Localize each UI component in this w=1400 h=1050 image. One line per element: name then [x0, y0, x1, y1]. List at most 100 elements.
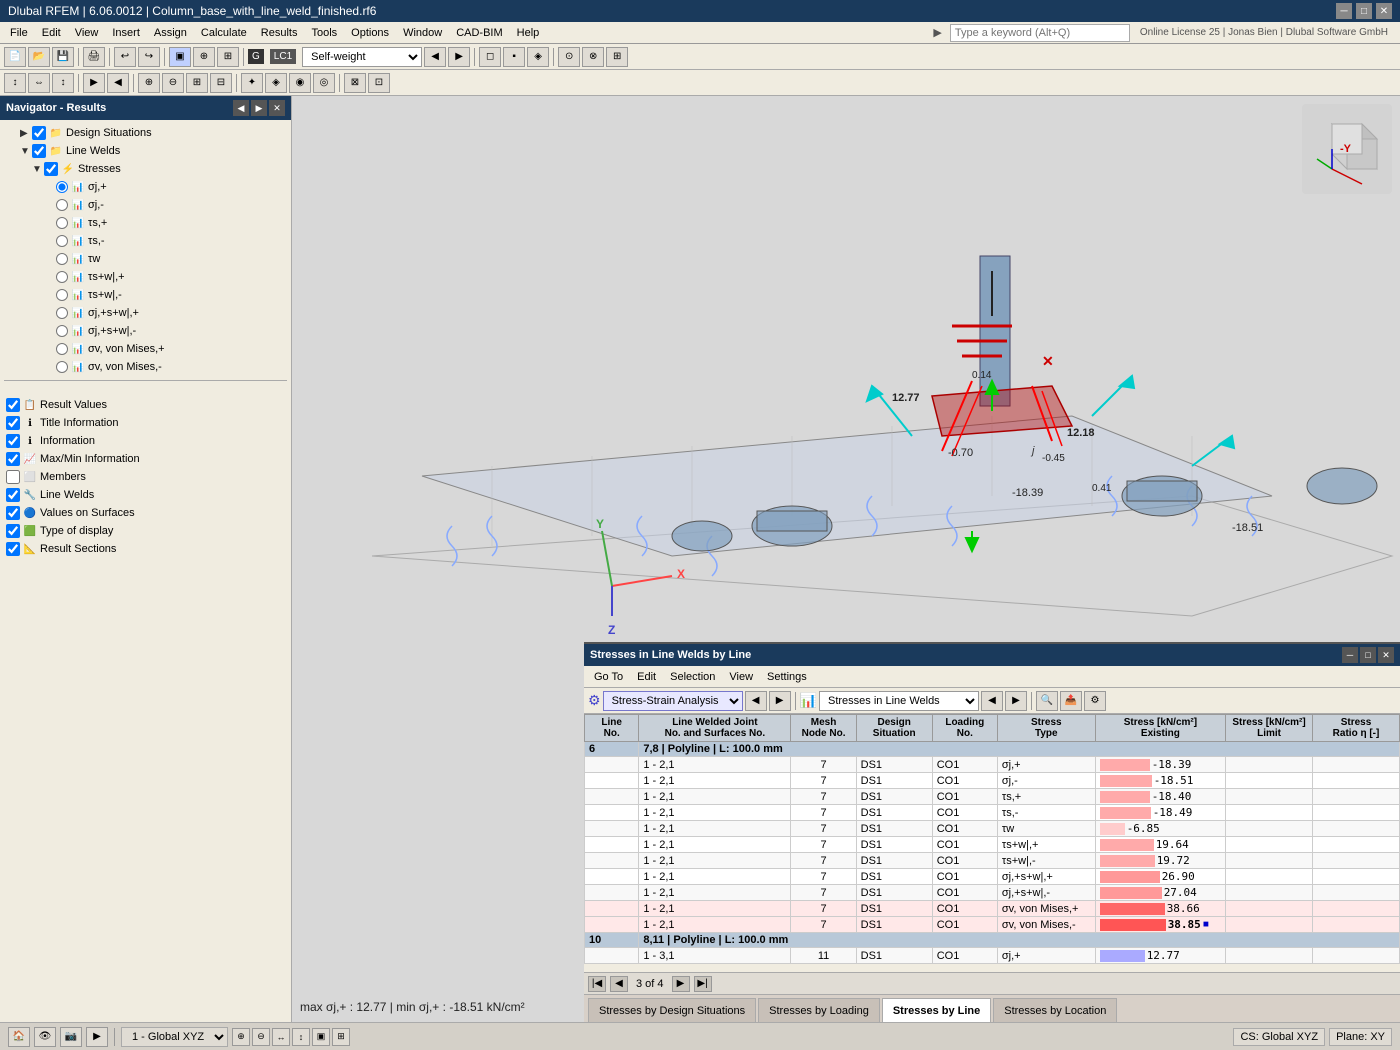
tb2-btn10[interactable]: ✦ — [241, 73, 263, 93]
results-table-container[interactable]: LineNo. Line Welded JointNo. and Surface… — [584, 714, 1400, 972]
undo-button[interactable]: ↩ — [114, 47, 136, 67]
tree-item-vonmises-minus[interactable]: 📊 σv, von Mises,- — [4, 358, 287, 376]
save-button[interactable]: 💾 — [52, 47, 74, 67]
tree-item-vonmises-plus[interactable]: 📊 σv, von Mises,+ — [4, 340, 287, 358]
rp-prev-button[interactable]: ◀ — [745, 691, 767, 711]
view-btn-1[interactable]: ⊙ — [558, 47, 580, 67]
status-tb6[interactable]: ⊞ — [332, 1028, 350, 1046]
check-title-info[interactable] — [6, 416, 20, 430]
check-stresses[interactable] — [44, 162, 58, 176]
rp-settings-button[interactable]: ⚙ — [1084, 691, 1106, 711]
tree-item-tau-sw-minus[interactable]: 📊 τs+w|,- — [4, 286, 287, 304]
tb2-btn11[interactable]: ◈ — [265, 73, 287, 93]
tree-item-information[interactable]: ℹ Information — [4, 432, 287, 450]
analysis-type-dropdown[interactable]: Stress-Strain Analysis — [603, 691, 743, 711]
menu-view[interactable]: View — [69, 25, 105, 41]
menu-calculate[interactable]: Calculate — [195, 25, 253, 41]
table-row[interactable]: 1 - 2,1 7 DS1 CO1 σj,+ -18.39 — [585, 757, 1400, 773]
rp-maximize-button[interactable]: □ — [1360, 647, 1376, 663]
tb2-btn9[interactable]: ⊟ — [210, 73, 232, 93]
tree-item-result-values[interactable]: 📋 Result Values — [4, 396, 287, 414]
next-lc-button[interactable]: ▶ — [448, 47, 470, 67]
menu-help[interactable]: Help — [511, 25, 546, 41]
table-row[interactable]: 1 - 2,1 7 DS1 CO1 σj,+s+w|,+ 26.90 — [585, 869, 1400, 885]
nav-prev-button[interactable]: ◀ — [233, 100, 249, 116]
radio-tau-s-minus[interactable] — [56, 235, 68, 247]
tb2-btn5[interactable]: ◀ — [107, 73, 129, 93]
table-row[interactable]: 1 - 2,1 7 DS1 CO1 σj,- -18.51 — [585, 773, 1400, 789]
rp-menu-goto[interactable]: Go To — [588, 669, 629, 685]
open-button[interactable]: 📂 — [28, 47, 50, 67]
zoom-all-button[interactable]: ⊞ — [217, 47, 239, 67]
tb2-btn13[interactable]: ◎ — [313, 73, 335, 93]
render-mode-3[interactable]: ◈ — [527, 47, 549, 67]
prev-page-button[interactable]: ◀ — [610, 976, 628, 992]
table-row[interactable]: 1 - 2,1 7 DS1 CO1 τs,+ -18.40 — [585, 789, 1400, 805]
check-design-situations[interactable] — [32, 126, 46, 140]
radio-vonmises-plus[interactable] — [56, 343, 68, 355]
tab-by-location[interactable]: Stresses by Location — [993, 998, 1117, 1022]
tb2-btn8[interactable]: ⊞ — [186, 73, 208, 93]
next-page-button[interactable]: ▶ — [672, 976, 690, 992]
zoom-button[interactable]: ⊕ — [193, 47, 215, 67]
table-row[interactable]: 1 - 2,1 7 DS1 CO1 σv, von Mises,+ 38.66 — [585, 901, 1400, 917]
table-row[interactable]: 1 - 2,1 7 DS1 CO1 τs,- -18.49 — [585, 805, 1400, 821]
table-row[interactable]: 1 - 2,1 7 DS1 CO1 σj,+s+w|,- 27.04 — [585, 885, 1400, 901]
radio-tau-sw-plus[interactable] — [56, 271, 68, 283]
rp-prev2-button[interactable]: ◀ — [981, 691, 1003, 711]
radio-tau-sw-minus[interactable] — [56, 289, 68, 301]
tree-item-sigma-minus[interactable]: 📊 σj,- — [4, 196, 287, 214]
tb2-btn1[interactable]: ↕ — [4, 73, 26, 93]
check-members[interactable] — [6, 470, 20, 484]
radio-sigma-minus[interactable] — [56, 199, 68, 211]
minimize-button[interactable]: ─ — [1336, 3, 1352, 19]
status-tb1[interactable]: ⊕ — [232, 1028, 250, 1046]
status-tb5[interactable]: ▣ — [312, 1028, 330, 1046]
table-row[interactable]: 1 - 2,1 7 DS1 CO1 σv, von Mises,- 38.85 … — [585, 917, 1400, 933]
check-values-on-surfaces[interactable] — [6, 506, 20, 520]
radio-sigma-sw-plus[interactable] — [56, 307, 68, 319]
last-page-button[interactable]: ▶| — [694, 976, 712, 992]
check-result-values[interactable] — [6, 398, 20, 412]
menu-insert[interactable]: Insert — [106, 25, 146, 41]
tree-item-values-on-surfaces[interactable]: 🔵 Values on Surfaces — [4, 504, 287, 522]
check-line-welds-2[interactable] — [6, 488, 20, 502]
view-btn-2[interactable]: ⊗ — [582, 47, 604, 67]
tree-item-tau-s-minus[interactable]: 📊 τs,- — [4, 232, 287, 250]
redo-button[interactable]: ↪ — [138, 47, 160, 67]
nav-close-button[interactable]: ✕ — [269, 100, 285, 116]
3d-viewport[interactable]: Stress-Strain Analysis — [292, 96, 1400, 1022]
menu-cad-bim[interactable]: CAD-BIM — [450, 25, 508, 41]
menu-window[interactable]: Window — [397, 25, 448, 41]
view-btn-3[interactable]: ⊞ — [606, 47, 628, 67]
tb2-btn6[interactable]: ⊕ — [138, 73, 160, 93]
rp-close-button[interactable]: ✕ — [1378, 647, 1394, 663]
tree-item-result-sections[interactable]: 📐 Result Sections — [4, 540, 287, 558]
check-max-min-info[interactable] — [6, 452, 20, 466]
tb2-btn4[interactable]: ▶ — [83, 73, 105, 93]
tree-item-sigma-sw-plus[interactable]: 📊 σj,+s+w|,+ — [4, 304, 287, 322]
tb2-btn7[interactable]: ⊖ — [162, 73, 184, 93]
select-button[interactable]: ▣ — [169, 47, 191, 67]
coord-system-dropdown[interactable]: 1 - Global XYZ — [121, 1027, 228, 1047]
radio-vonmises-minus[interactable] — [56, 361, 68, 373]
rp-menu-view[interactable]: View — [723, 669, 759, 685]
radio-sigma-plus[interactable] — [56, 181, 68, 193]
table-row[interactable]: 1 - 3,1 11 DS1 CO1 σj,+ 12.77 — [585, 948, 1400, 964]
toggle-line-welds[interactable]: ▼ — [20, 146, 32, 157]
status-tb4[interactable]: ↕ — [292, 1028, 310, 1046]
maximize-button[interactable]: □ — [1356, 3, 1372, 19]
tree-item-design-situations[interactable]: ▶ 📁 Design Situations — [4, 124, 287, 142]
tb2-btn15[interactable]: ⊡ — [368, 73, 390, 93]
tree-item-type-of-display[interactable]: 🟩 Type of display — [4, 522, 287, 540]
menu-file[interactable]: File — [4, 25, 34, 41]
render-mode-2[interactable]: ▪ — [503, 47, 525, 67]
nav-next-button[interactable]: ▶ — [251, 100, 267, 116]
menu-edit[interactable]: Edit — [36, 25, 67, 41]
first-page-button[interactable]: |◀ — [588, 976, 606, 992]
prev-lc-button[interactable]: ◀ — [424, 47, 446, 67]
toggle-design-situations[interactable]: ▶ — [20, 128, 32, 139]
radio-tau-s-plus[interactable] — [56, 217, 68, 229]
tree-item-tau-w[interactable]: 📊 τw — [4, 250, 287, 268]
result-type-dropdown[interactable]: Stresses in Line Welds — [819, 691, 979, 711]
